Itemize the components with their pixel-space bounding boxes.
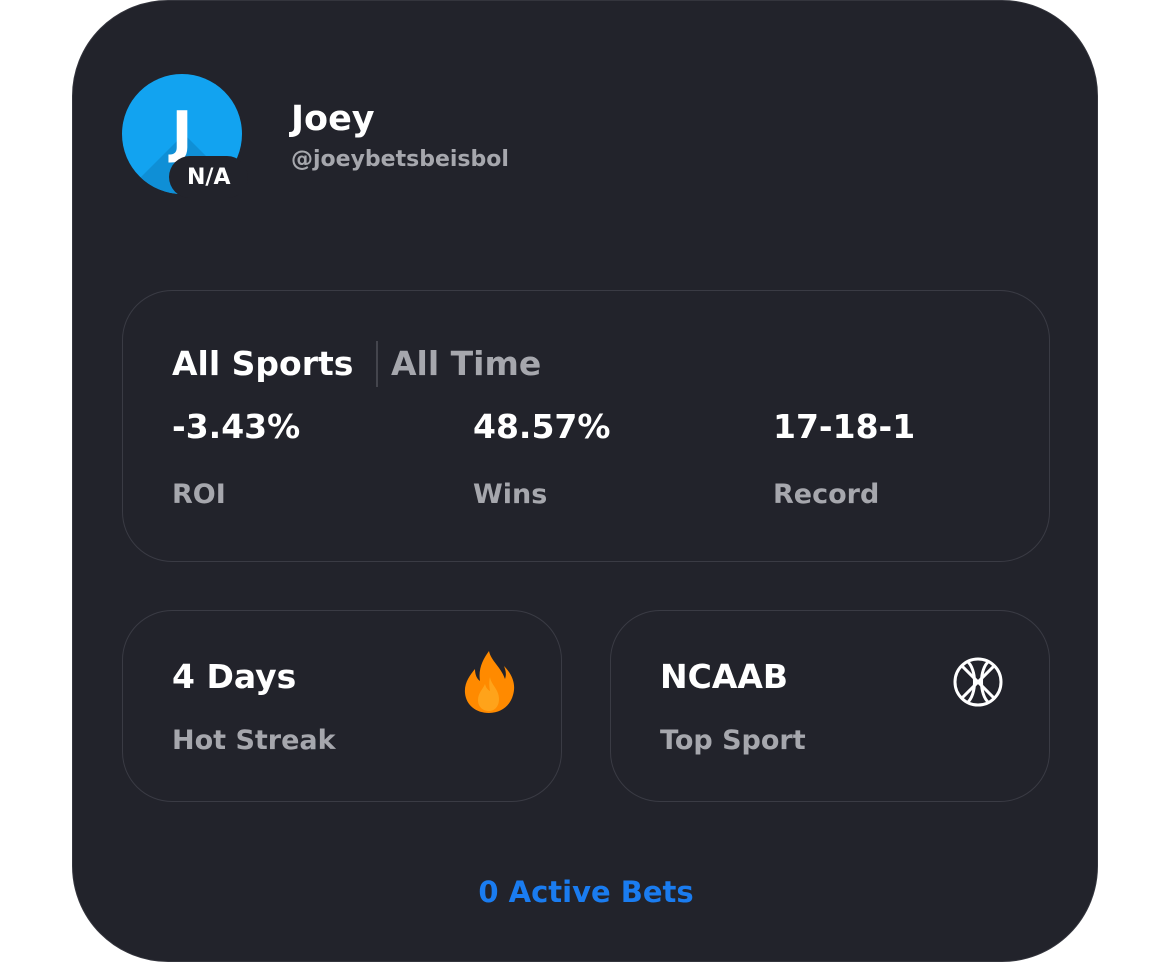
filter-divider [376,341,378,387]
top-sport-value: NCAAB [660,657,789,696]
top-sport-panel: NCAAB Top Sport [610,610,1050,802]
basketball-icon [953,657,1003,707]
profile-card: J N/A Joey @joeybetsbeisbol All Sports A… [72,0,1098,962]
active-bets-link[interactable]: 0 Active Bets [73,875,1099,909]
rank-badge: N/A [169,156,249,198]
roi-label: ROI [172,479,226,510]
hot-streak-panel: 4 Days Hot Streak [122,610,562,802]
roi-value: -3.43% [172,407,301,446]
record-value: 17-18-1 [773,407,916,446]
streak-label: Hot Streak [172,725,336,756]
sport-filter[interactable]: All Sports [172,344,353,383]
fire-icon [464,651,515,713]
record-label: Record [773,479,880,510]
wins-value: 48.57% [473,407,611,446]
stats-panel: All Sports All Time -3.43% ROI 48.57% Wi… [122,290,1050,562]
time-filter[interactable]: All Time [391,344,541,383]
streak-value: 4 Days [172,657,297,696]
user-name: Joey [291,99,375,139]
top-sport-label: Top Sport [660,725,806,756]
user-handle: @joeybetsbeisbol [291,147,509,172]
wins-label: Wins [473,479,548,510]
